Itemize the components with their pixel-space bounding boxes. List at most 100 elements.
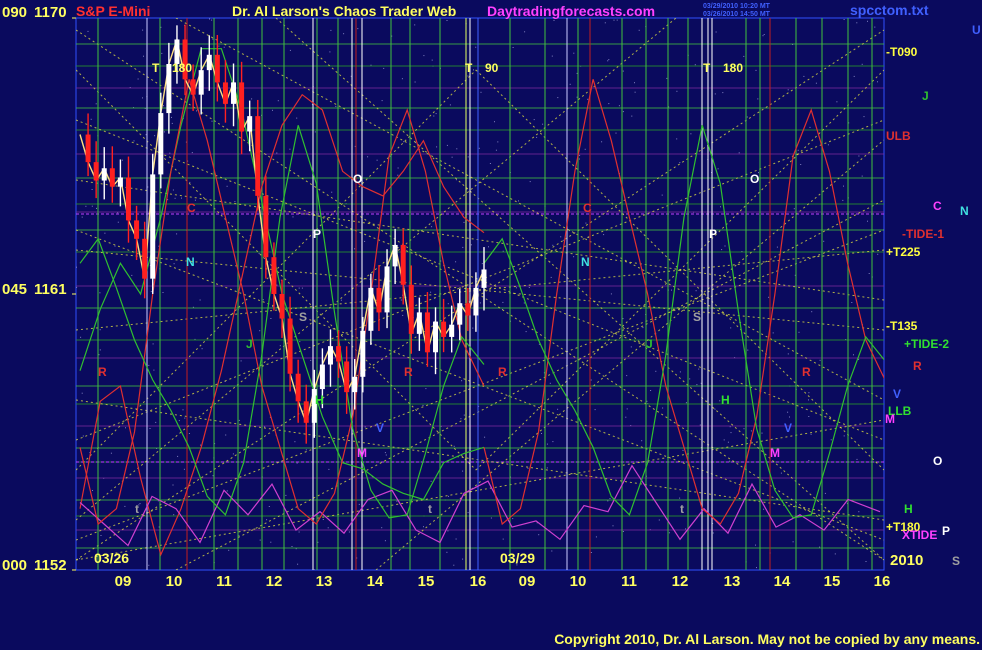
star-dot [125,427,126,429]
star-dot [536,136,538,138]
price-bar [198,70,204,95]
star-dot [843,19,845,20]
star-dot [587,98,589,100]
star-dot [727,441,729,443]
star-dot [819,359,821,361]
price-bar [134,220,140,239]
star-dot [137,78,139,80]
star-dot [626,408,628,410]
star-dot [453,564,455,566]
star-dot [494,121,495,123]
star-dot [95,103,97,105]
star-dot [668,532,670,534]
star-dot [451,156,453,158]
star-dot [199,299,201,301]
star-dot [259,539,261,541]
star-dot [630,346,632,348]
star-dot [824,492,826,494]
star-dot [240,360,242,362]
price-bar [158,113,164,175]
star-dot [212,475,214,477]
star-dot [226,490,228,492]
star-dot [551,55,553,57]
chart-marker-label: P [709,227,717,241]
star-dot [763,508,765,510]
star-dot [721,249,723,251]
star-dot [661,194,663,196]
star-dot [264,426,266,428]
right-edge-label: O [933,454,942,468]
star-dot [481,263,483,265]
star-dot [584,148,586,150]
star-dot [397,174,399,176]
right-edge-label: J [922,89,929,103]
chart-marker-label: J [646,337,653,351]
star-dot [717,168,719,170]
star-dot [622,531,624,532]
star-dot [865,561,867,562]
plot-area [75,17,885,571]
star-dot [446,20,448,21]
star-dot [142,97,143,99]
star-dot [808,399,809,401]
x-tick-label: 14 [774,573,791,590]
star-dot [226,185,228,187]
star-dot [384,452,386,454]
star-dot [87,30,89,32]
star-dot [99,349,101,351]
star-dot [616,19,618,21]
star-dot [610,293,612,295]
star-dot [467,75,469,77]
star-dot [143,55,144,57]
star-dot [608,59,610,61]
star-dot [99,329,101,331]
price-bar [368,287,374,331]
right-edge-label: +TIDE-2 [904,337,949,351]
star-dot [270,318,272,319]
star-dot [853,75,855,77]
x-tick-label: 12 [672,573,689,590]
star-dot [104,232,106,234]
y-label-mid-price: 1161 [34,281,67,298]
star-dot [212,38,214,40]
star-dot [142,29,144,31]
price-bar [142,238,148,279]
star-dot [601,141,603,143]
time-marker-value: 180 [723,61,743,75]
star-dot [470,244,472,246]
chart-marker-label: O [750,172,759,186]
price-bar [239,82,245,132]
star-dot [808,460,810,461]
price-bar [247,116,253,132]
timestamp-1: 03/29/2010 10:20 MT [703,3,771,10]
time-marker-letter: T [703,61,711,75]
x-tick-label: 15 [824,573,841,590]
star-dot [357,28,359,30]
price-bar [109,168,115,187]
price-bar [376,287,382,313]
star-dot [182,409,184,411]
star-dot [296,462,298,464]
star-dot [90,118,92,120]
star-dot [533,119,535,121]
x-tick-label: 13 [724,573,741,590]
star-dot [110,452,112,454]
star-dot [225,434,227,436]
star-dot [843,435,845,437]
star-dot [81,392,83,394]
star-dot [149,428,151,429]
star-dot [552,441,554,443]
star-dot [153,369,155,371]
star-dot [613,19,615,21]
price-bar [263,195,269,258]
star-dot [798,331,800,333]
star-dot [622,111,624,113]
star-dot [335,105,337,107]
star-dot [174,197,176,199]
star-dot [803,75,805,77]
timestamp-2: 03/26/2010 14:50 MT [703,11,771,18]
star-dot [715,31,717,33]
star-dot [699,424,701,426]
star-dot [401,78,403,80]
star-dot [502,301,504,303]
